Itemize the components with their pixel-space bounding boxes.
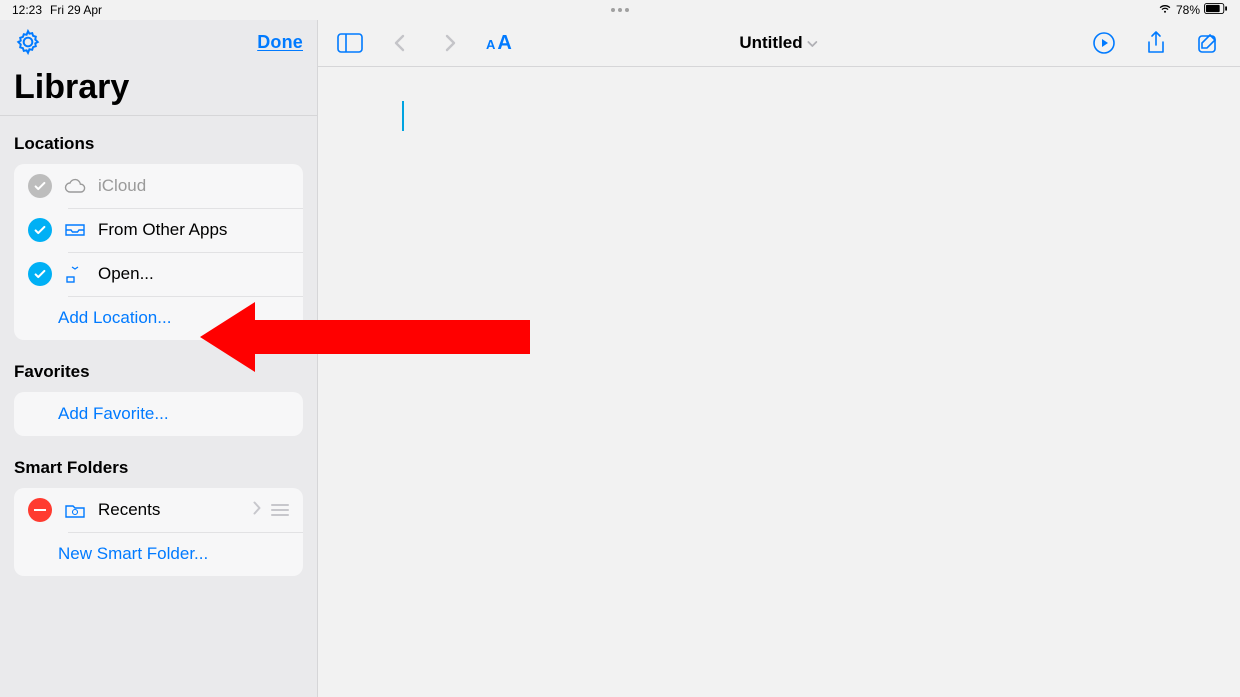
share-button[interactable] <box>1142 29 1170 57</box>
location-label: From Other Apps <box>98 220 289 240</box>
document-title: Untitled <box>739 33 802 53</box>
gear-icon <box>15 29 41 55</box>
compose-icon <box>1196 31 1220 55</box>
text-size-button[interactable]: A A <box>486 32 512 55</box>
wifi-icon <box>1158 3 1172 17</box>
main-toolbar: A A Untitled <box>318 20 1240 67</box>
back-button[interactable] <box>386 29 414 57</box>
status-time: 12:23 <box>12 3 42 17</box>
battery-icon <box>1204 3 1228 17</box>
checkmark-icon[interactable] <box>28 174 52 198</box>
inbox-icon <box>64 222 86 238</box>
favorites-group: Add Favorite... <box>14 392 303 436</box>
location-row-open[interactable]: Open... <box>14 252 303 296</box>
main-area: A A Untitled <box>318 20 1240 697</box>
new-smart-folder-button[interactable]: New Smart Folder... <box>14 532 303 576</box>
share-icon <box>1145 30 1167 56</box>
chevron-right-icon <box>253 500 261 520</box>
chevron-right-icon <box>443 33 457 53</box>
cloud-icon <box>64 178 86 194</box>
document-title-button[interactable]: Untitled <box>739 33 818 53</box>
forward-button[interactable] <box>436 29 464 57</box>
compose-button[interactable] <box>1194 29 1222 57</box>
done-button[interactable]: Done <box>257 32 303 53</box>
drag-handle-icon[interactable] <box>271 504 289 516</box>
add-location-button[interactable]: Add Location... <box>14 296 303 340</box>
smart-folder-row-recents[interactable]: Recents <box>14 488 303 532</box>
window-grab-handle[interactable] <box>611 8 629 12</box>
settings-button[interactable] <box>14 28 42 56</box>
checkmark-icon[interactable] <box>28 218 52 242</box>
checkmark-icon[interactable] <box>28 262 52 286</box>
text-size-small-icon: A <box>486 37 495 52</box>
locations-group: iCloud From Other Apps <box>14 164 303 340</box>
location-row-icloud[interactable]: iCloud <box>14 164 303 208</box>
status-battery: 78% <box>1176 3 1200 17</box>
favorites-header: Favorites <box>14 362 303 382</box>
page-title: Library <box>14 68 303 107</box>
chevron-down-icon <box>807 33 819 53</box>
smart-folder-icon <box>64 501 86 519</box>
text-size-large-icon: A <box>497 32 511 55</box>
sidebar: Done Library Locations iCloud <box>0 20 318 697</box>
chevron-left-icon <box>393 33 407 53</box>
open-folder-icon <box>64 265 86 283</box>
editor-area[interactable] <box>318 67 1240 697</box>
locations-header: Locations <box>14 134 303 154</box>
play-preview-button[interactable] <box>1090 29 1118 57</box>
status-date: Fri 29 Apr <box>50 3 102 17</box>
location-label: Open... <box>98 264 289 284</box>
location-label: iCloud <box>98 176 289 196</box>
play-circle-icon <box>1092 31 1116 55</box>
remove-button[interactable] <box>28 498 52 522</box>
location-row-other-apps[interactable]: From Other Apps <box>14 208 303 252</box>
smart-folder-label: Recents <box>98 500 241 520</box>
toggle-sidebar-button[interactable] <box>336 29 364 57</box>
text-cursor <box>402 101 404 131</box>
sidebar-icon <box>337 33 363 53</box>
smart-folders-group: Recents New Smart Folder... <box>14 488 303 576</box>
smart-folders-header: Smart Folders <box>14 458 303 478</box>
add-favorite-button[interactable]: Add Favorite... <box>14 392 303 436</box>
